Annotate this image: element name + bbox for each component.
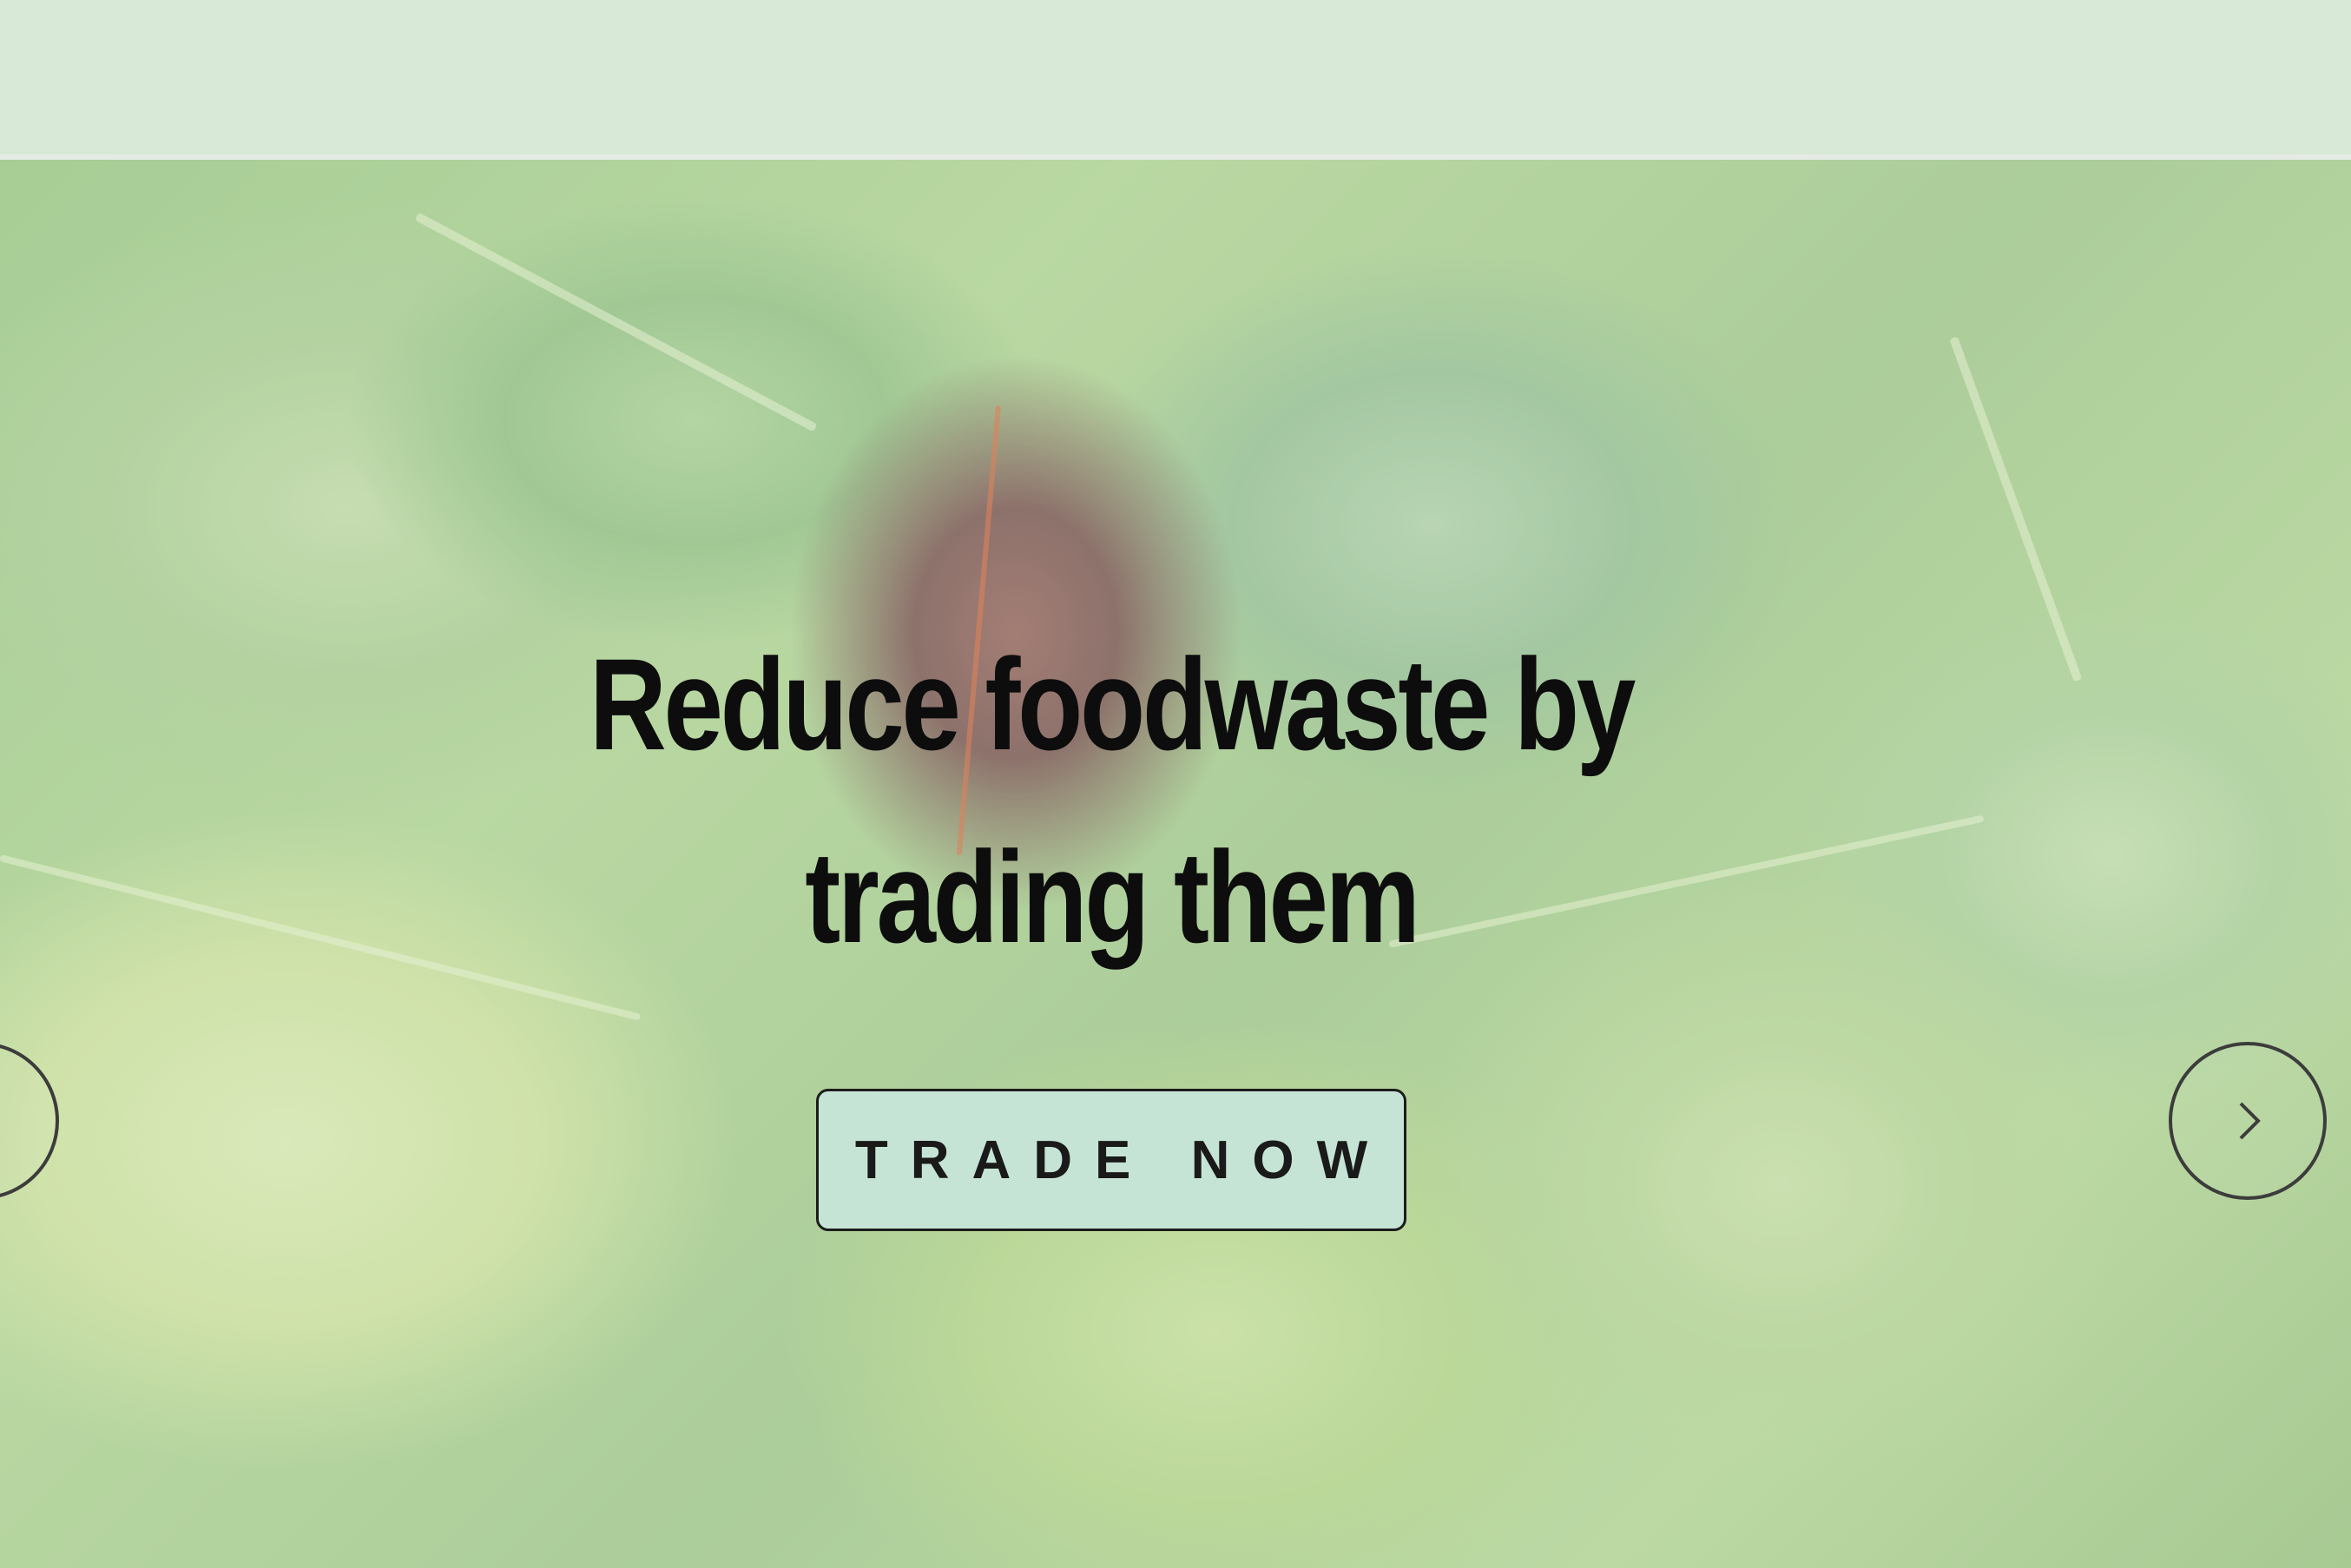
chevron-left-icon (0, 1097, 4, 1145)
leaf-texture (1949, 336, 2083, 682)
site-header (0, 0, 2351, 160)
trade-now-label: TRADE NOW (854, 1130, 1391, 1190)
hero-headline: Reduce foodwaste by trading them (589, 631, 1636, 970)
trade-now-button[interactable]: TRADE NOW (816, 1089, 1406, 1231)
leaf-texture (414, 212, 818, 432)
carousel-next-button[interactable] (2169, 1042, 2327, 1200)
chevron-right-icon (2239, 1102, 2261, 1140)
